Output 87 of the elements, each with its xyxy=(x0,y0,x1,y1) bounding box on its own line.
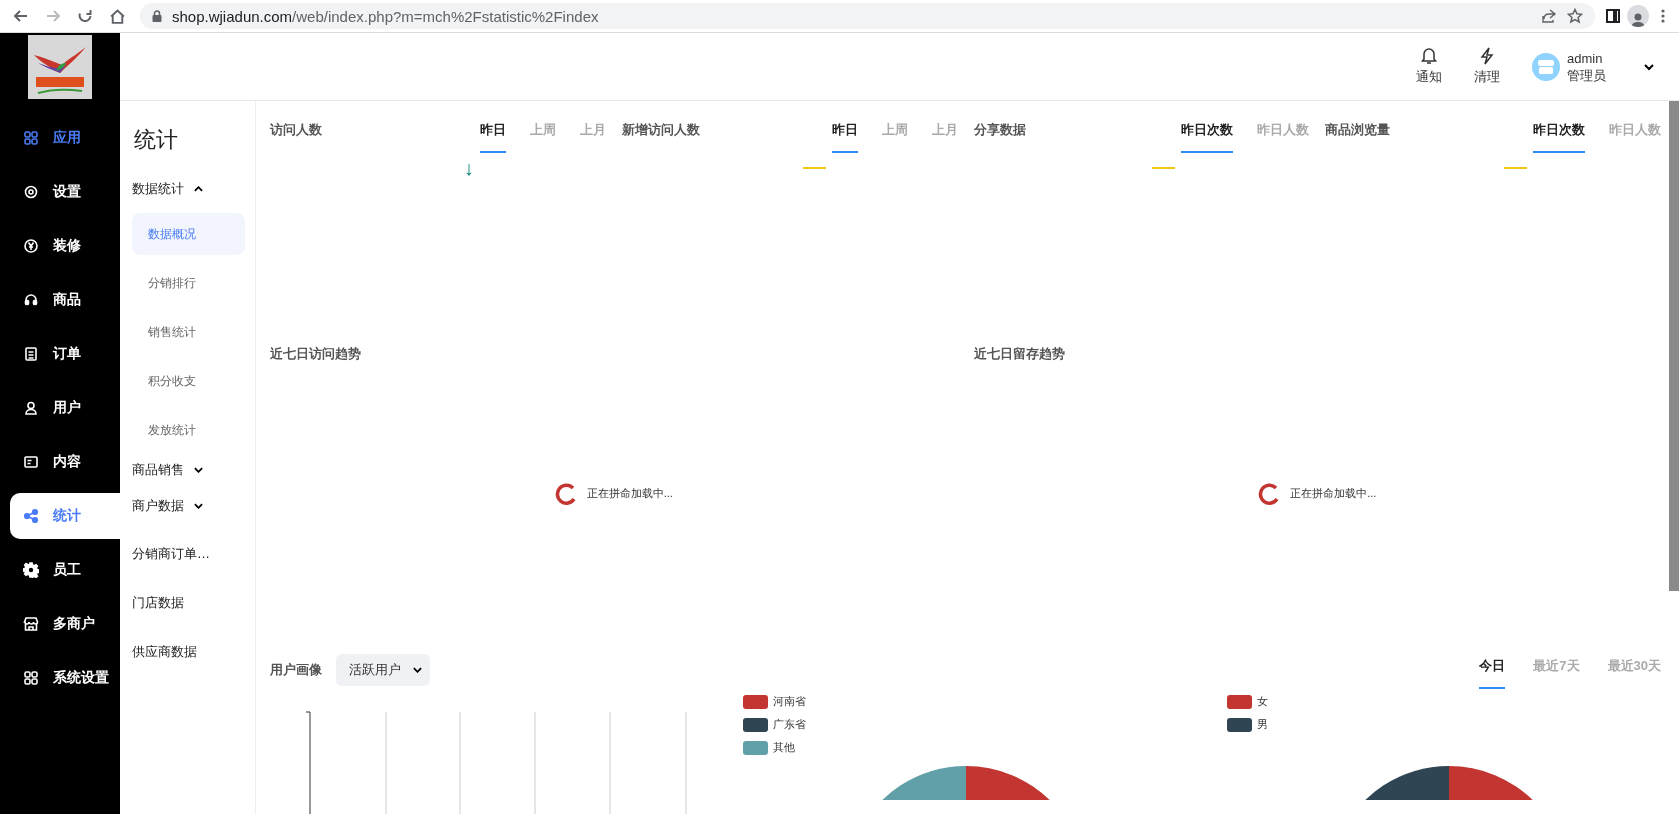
address-bar[interactable]: shop.wjiadun.com/web/index.php?m=mch%2Fstatistic%2Findex xyxy=(140,3,1595,29)
nav-item[interactable]: 员工 xyxy=(10,547,120,593)
menu-item[interactable]: 供应商数据 xyxy=(132,640,245,664)
loading-text: 正在拼命加载中... xyxy=(586,486,673,502)
submenu-item[interactable]: 发放统计 xyxy=(132,409,245,451)
chevron-down-icon xyxy=(413,667,422,673)
chevron-down-icon xyxy=(194,503,203,509)
stat-title: 新增访问人数 xyxy=(621,121,701,139)
legend-label: 男 xyxy=(1257,717,1268,732)
forward-arrow-icon xyxy=(45,8,61,24)
logo-drawing xyxy=(28,35,92,99)
tab[interactable]: 昨日次数 xyxy=(1533,115,1585,153)
store-icon xyxy=(23,616,39,632)
chevron-up-icon xyxy=(194,186,203,192)
chart-title: 近七日留存趋势 xyxy=(973,344,1066,363)
tab[interactable]: 今日 xyxy=(1479,651,1506,689)
gear-icon xyxy=(23,562,39,578)
nav-item[interactable]: 用户 xyxy=(10,385,120,431)
legend-label: 河南省 xyxy=(773,694,806,709)
tab[interactable]: 昨日 xyxy=(479,115,506,153)
nav-item[interactable]: 内容 xyxy=(10,439,120,485)
profile-avatar[interactable] xyxy=(1627,5,1649,27)
headset-icon xyxy=(23,292,39,308)
bell-icon xyxy=(1420,47,1438,65)
no-change-dash xyxy=(802,167,826,169)
back-arrow-icon xyxy=(13,8,29,24)
loading-text: 正在拼命加载中... xyxy=(1290,486,1377,502)
legend-label: 女 xyxy=(1257,694,1268,709)
home-icon xyxy=(108,7,126,25)
menu-group[interactable]: 数据统计 xyxy=(132,177,245,201)
menu-group[interactable]: 商品销售 xyxy=(132,458,245,482)
menu-item[interactable]: 门店数据 xyxy=(132,591,245,615)
card-icon xyxy=(23,454,39,470)
no-change-dash xyxy=(1152,167,1176,169)
submenu-item[interactable]: 销售统计 xyxy=(132,311,245,353)
stat-title: 商品浏览量 xyxy=(1325,121,1392,139)
no-change-dash xyxy=(1504,167,1527,169)
grid-icon xyxy=(23,670,39,686)
menu-group[interactable]: 商户数据 xyxy=(132,494,245,518)
chevron-down-icon xyxy=(194,467,203,473)
lightning-icon xyxy=(1478,47,1496,65)
store-icon xyxy=(1538,59,1554,74)
stat-title: 分享数据 xyxy=(973,121,1027,139)
lock-icon xyxy=(152,10,162,22)
legend-label: 广东省 xyxy=(773,717,806,732)
share-icon xyxy=(23,508,39,524)
nav-item[interactable]: 多商户 xyxy=(10,601,120,647)
reload-icon xyxy=(77,8,93,24)
user-type-select[interactable]: 活跃用户 xyxy=(336,654,430,686)
user-role: 管理员 xyxy=(1567,66,1606,84)
clear-cache-button[interactable]: 清理 xyxy=(1474,47,1500,86)
settings-icon xyxy=(23,184,39,200)
loading-spinner-icon xyxy=(554,482,577,505)
notifications-button[interactable]: 通知 xyxy=(1416,47,1442,86)
nav-item[interactable]: 统计 xyxy=(10,493,120,539)
document-icon xyxy=(23,346,39,362)
section-title: 用户画像 xyxy=(270,661,322,679)
grid-icon xyxy=(23,130,39,146)
scrollbar[interactable] xyxy=(1669,101,1679,591)
submenu-item[interactable]: 数据概况 xyxy=(132,213,245,255)
chart-title: 近七日访问趋势 xyxy=(270,344,362,363)
menu-item[interactable]: 分销商订单… xyxy=(132,542,245,566)
url-host: shop.wjiadun.com xyxy=(172,7,293,25)
star-icon[interactable] xyxy=(1567,8,1583,24)
trend-arrow: ↓ xyxy=(463,157,474,179)
side-panel-icon[interactable] xyxy=(1605,8,1621,24)
nav-item[interactable]: 设置 xyxy=(10,169,120,215)
nav-item[interactable]: 装修 xyxy=(10,223,120,269)
nav-item[interactable]: 应用 xyxy=(10,115,120,161)
nav-item[interactable]: 订单 xyxy=(10,331,120,377)
submenu-item[interactable]: 分销排行 xyxy=(132,262,245,304)
loading-spinner-icon xyxy=(1258,482,1281,505)
user-name: admin xyxy=(1567,49,1604,67)
chevron-down-icon[interactable] xyxy=(1643,62,1655,71)
nav-item[interactable]: 商品 xyxy=(10,277,120,323)
yen-icon xyxy=(23,238,39,254)
submenu-item[interactable]: 积分收支 xyxy=(132,360,245,402)
tab[interactable]: 昨日次数 xyxy=(1181,115,1234,153)
section-title: 统计 xyxy=(134,126,179,154)
url-path: /web/index.php?m=mch%2Fstatistic%2Findex xyxy=(292,7,599,25)
legend-label: 其他 xyxy=(773,740,795,755)
person-icon xyxy=(1630,11,1646,27)
user-icon xyxy=(23,400,39,416)
nav-item[interactable]: 系统设置 xyxy=(10,655,120,701)
stat-title: 访问人数 xyxy=(270,121,323,139)
share-icon[interactable] xyxy=(1541,8,1557,24)
tab[interactable]: 昨日 xyxy=(831,115,858,153)
